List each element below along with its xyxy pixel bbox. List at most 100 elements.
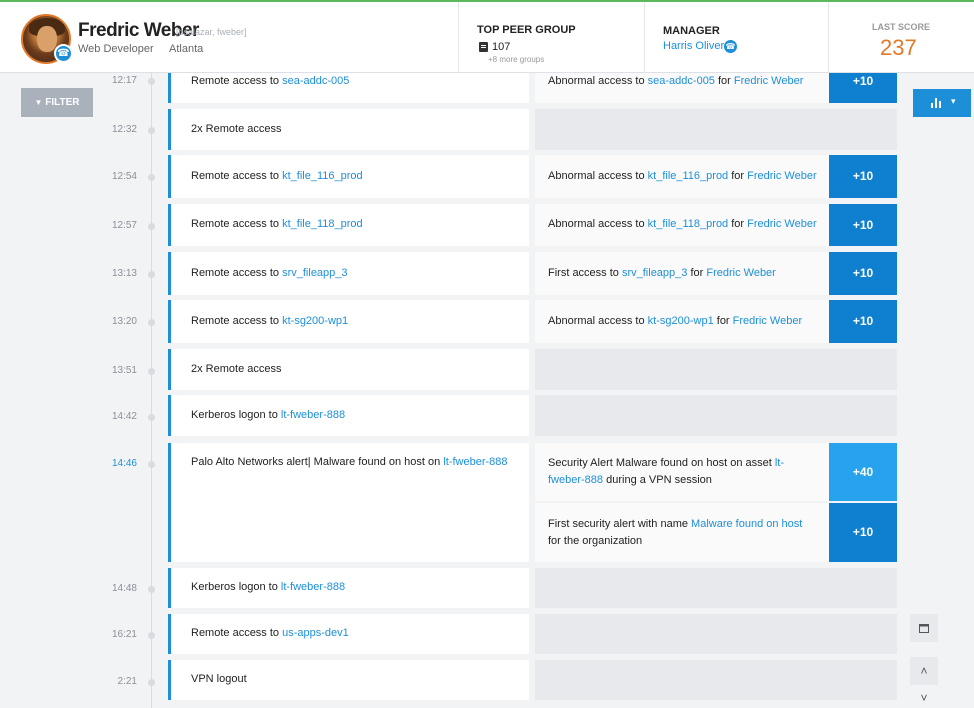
alert-connector: for the organization: [548, 535, 643, 547]
filter-button[interactable]: ▼ FILTER: [21, 88, 93, 117]
event-asset-link[interactable]: kt_file_118_prod: [282, 218, 363, 230]
alert-card[interactable]: Abnormal access to kt_file_118_prod for …: [535, 204, 897, 246]
phone-icon[interactable]: ☎: [724, 40, 737, 53]
timeline-dot: [148, 223, 155, 230]
alert-asset-link[interactable]: Malware found on host: [691, 518, 802, 530]
event-card[interactable]: Kerberos logon to lt-fweber-888: [168, 395, 529, 436]
profile-header: ☎ Fredric Weber [bsalazar, fweber] Web D…: [0, 0, 974, 73]
event-time: 2:21: [117, 676, 137, 687]
alert-user-link[interactable]: Fredric Weber: [747, 170, 816, 182]
timeline-dot: [148, 679, 155, 686]
event-card[interactable]: Palo Alto Networks alert| Malware found …: [168, 443, 529, 562]
alert-connector: for: [728, 170, 748, 182]
event-asset-link[interactable]: lt-fweber-888: [281, 409, 345, 421]
event-time: 13:51: [111, 365, 137, 376]
alert-user-link[interactable]: Fredric Weber: [747, 218, 816, 230]
calendar-icon[interactable]: [910, 614, 938, 642]
event-card[interactable]: Remote access to kt_file_118_prod: [168, 204, 529, 246]
alert-asset-link[interactable]: kt-sg200-wp1: [648, 315, 714, 327]
event-card[interactable]: 2x Remote access: [168, 109, 529, 150]
alert-description: Abnormal access to: [548, 218, 648, 230]
phone-icon[interactable]: ☎: [54, 44, 73, 63]
alert-asset-link[interactable]: srv_fileapp_3: [622, 267, 687, 279]
alert-connector: for: [714, 75, 734, 87]
alert-card[interactable]: Abnormal access to sea-addc-005 for Fred…: [535, 73, 897, 103]
event-asset-link[interactable]: kt-sg200-wp1: [282, 315, 348, 327]
alert-asset-link[interactable]: kt_file_118_prod: [648, 218, 729, 230]
alert-score: +10: [829, 155, 897, 198]
timeline-dot: [148, 368, 155, 375]
last-score-value: 237: [880, 35, 917, 60]
chevron-down-icon: ▾: [951, 96, 956, 106]
alert-card[interactable]: First access to srv_fileapp_3 for Fredri…: [535, 252, 897, 295]
timeline-axis: [151, 73, 152, 708]
alert-score: +10: [829, 300, 897, 343]
alert-asset-link[interactable]: kt_file_116_prod: [648, 170, 729, 182]
event-card[interactable]: Remote access to us-apps-dev1: [168, 614, 529, 654]
alert-description: First access to: [548, 267, 622, 279]
alert-description: Abnormal access to: [548, 170, 648, 182]
event-card[interactable]: Remote access to srv_fileapp_3: [168, 252, 529, 295]
bar-chart-icon: [931, 98, 943, 108]
event-asset-link[interactable]: us-apps-dev1: [282, 627, 349, 639]
alert-card[interactable]: Security Alert Malware found on host on …: [535, 443, 897, 501]
event-text: Remote access to sea-addc-005: [191, 75, 349, 87]
alert-card[interactable]: Abnormal access to kt-sg200-wp1 for Fred…: [535, 300, 897, 343]
event-text: VPN logout: [191, 673, 247, 685]
avatar-face: [37, 26, 57, 52]
header-divider: [828, 2, 829, 73]
event-description: 2x Remote access: [191, 123, 282, 135]
alert-text: Abnormal access to sea-addc-005 for Fred…: [548, 73, 818, 90]
event-description: Kerberos logon to: [191, 581, 281, 593]
timeline-dot: [148, 271, 155, 278]
timeline-dot: [148, 461, 155, 468]
event-description: Remote access to: [191, 75, 283, 87]
peer-group-title: TOP PEER GROUP: [477, 24, 576, 36]
event-card[interactable]: 2x Remote access: [168, 349, 529, 390]
filter-label: FILTER: [45, 97, 80, 108]
chart-toggle-button[interactable]: ▾: [913, 89, 971, 117]
event-asset-link[interactable]: sea-addc-005: [282, 75, 349, 87]
last-score-title: LAST SCORE: [872, 22, 931, 32]
event-time: 13:13: [111, 268, 137, 279]
alert-connector: for: [713, 315, 733, 327]
event-text: Kerberos logon to lt-fweber-888: [191, 581, 345, 593]
alert-user-link[interactable]: Fredric Weber: [706, 267, 775, 279]
alert-user-link[interactable]: Fredric Weber: [733, 315, 802, 327]
event-card[interactable]: Remote access to kt-sg200-wp1: [168, 300, 529, 343]
event-time: 16:21: [111, 629, 137, 640]
event-card[interactable]: VPN logout: [168, 660, 529, 700]
event-card[interactable]: Remote access to sea-addc-005: [168, 73, 529, 103]
alert-text: First security alert with name Malware f…: [548, 516, 818, 550]
event-asset-link[interactable]: srv_fileapp_3: [282, 267, 347, 279]
timeline-dot: [148, 632, 155, 639]
event-description: Remote access to: [191, 315, 283, 327]
event-time: 12:32: [111, 124, 137, 135]
manager-name[interactable]: Harris Oliver: [663, 40, 724, 52]
timeline-dot: [148, 586, 155, 593]
alert-empty: [535, 660, 897, 700]
event-text: Remote access to srv_fileapp_3: [191, 267, 348, 279]
alert-empty: [535, 349, 897, 390]
event-description: Kerberos logon to: [191, 409, 281, 421]
alert-asset-link[interactable]: sea-addc-005: [648, 75, 715, 87]
peer-group-count[interactable]: 107: [492, 41, 510, 53]
peer-group-more[interactable]: +8 more groups: [488, 55, 544, 64]
alert-card[interactable]: Abnormal access to kt_file_116_prod for …: [535, 155, 897, 198]
event-card[interactable]: Kerberos logon to lt-fweber-888: [168, 568, 529, 608]
event-asset-link[interactable]: lt-fweber-888: [281, 581, 345, 593]
event-text: Remote access to kt_file_118_prod: [191, 218, 363, 230]
alert-description: Security Alert Malware found on host on …: [548, 457, 775, 469]
scroll-up-icon[interactable]: ˄: [910, 657, 938, 685]
alert-card[interactable]: First security alert with name Malware f…: [535, 503, 897, 562]
event-time: 12:57: [111, 220, 137, 231]
scroll-down-icon[interactable]: ˅: [910, 688, 938, 708]
alert-text: Abnormal access to kt_file_118_prod for …: [548, 216, 818, 233]
user-location: Atlanta: [169, 43, 204, 55]
event-card[interactable]: Remote access to kt_file_116_prod: [168, 155, 529, 198]
event-text: Kerberos logon to lt-fweber-888: [191, 409, 345, 421]
event-asset-link[interactable]: kt_file_116_prod: [282, 170, 363, 182]
event-asset-link[interactable]: lt-fweber-888: [443, 456, 507, 468]
user-role: Web Developer: [78, 43, 154, 55]
alert-user-link[interactable]: Fredric Weber: [734, 75, 803, 87]
